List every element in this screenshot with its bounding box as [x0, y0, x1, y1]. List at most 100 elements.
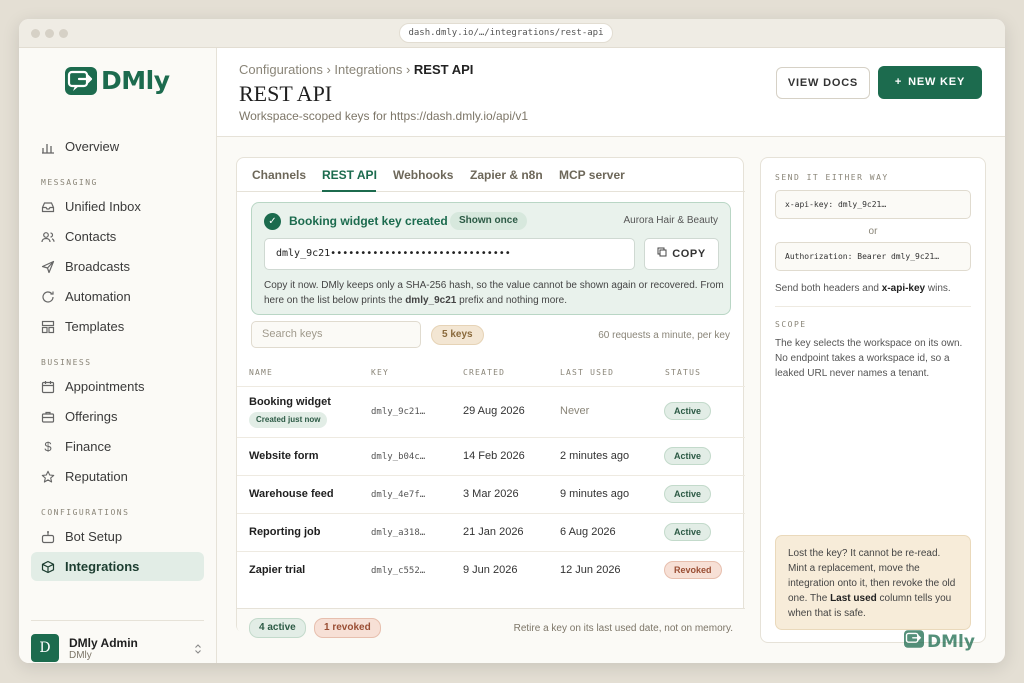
main-content: Configurations › Integrations › REST API…	[217, 48, 1005, 663]
header-example-x-api-key[interactable]: x-api-key: dmly_9c21…	[775, 190, 971, 219]
page-header: Configurations › Integrations › REST API…	[217, 48, 1005, 137]
sidebar-item-broadcasts[interactable]: Broadcasts	[31, 252, 204, 281]
sidebar-item-appointments[interactable]: Appointments	[31, 372, 204, 401]
search-input[interactable]: Search keys	[251, 321, 421, 348]
created-date: 29 Aug 2026	[463, 405, 525, 417]
title-bar: dash.dmly.io/…/integrations/rest-api	[19, 19, 1005, 48]
breadcrumb-configurations[interactable]: Configurations	[239, 62, 323, 77]
key-prefix: dmly_b04c…	[371, 452, 426, 462]
user-name: DMly Admin	[69, 636, 138, 650]
column-header-status: STATUS	[665, 368, 702, 377]
key-prefix: dmly_a318…	[371, 528, 426, 538]
view-docs-button[interactable]: VIEW DOCS	[776, 67, 870, 99]
sidebar-item-reputation[interactable]: Reputation	[31, 462, 204, 491]
layout-icon	[41, 320, 55, 334]
sidebar-item-offerings[interactable]: Offerings	[31, 402, 204, 431]
key-name: Website form	[249, 450, 319, 462]
api-key-field[interactable]: dmly_9c21••••••••••••••••••••••••••••••	[264, 238, 635, 270]
copy-label: COPY	[672, 248, 706, 260]
status-badge: Active	[664, 523, 712, 541]
header-example-authorization[interactable]: Authorization: Bearer dmly_9c21…	[775, 242, 971, 271]
column-header-key: KEY	[371, 368, 390, 377]
plus-icon: +	[894, 76, 903, 88]
last-used: 2 minutes ago	[560, 450, 630, 462]
send-section-label: SEND IT EITHER WAY	[775, 173, 889, 182]
briefcase-icon	[41, 410, 55, 424]
sidebar-item-label: Unified Inbox	[65, 199, 141, 214]
footer-note: Retire a key on its last used date, not …	[513, 623, 733, 634]
sidebar-item-templates[interactable]: Templates	[31, 312, 204, 341]
tab-mcp-server[interactable]: MCP server	[559, 168, 625, 182]
table-row[interactable]: Booking widget Created just now dmly_9c2…	[237, 386, 745, 437]
last-used: Never	[560, 405, 590, 417]
created-date: 14 Feb 2026	[463, 450, 525, 462]
sidebar-item-automation[interactable]: Automation	[31, 282, 204, 311]
table-row[interactable]: Warehouse feed dmly_4e7f… 3 Mar 2026 9 m…	[237, 475, 745, 513]
brand-name: DMly	[101, 66, 170, 95]
table-row[interactable]: Zapier trial dmly_c552… 9 Jun 2026 12 Ju…	[237, 551, 745, 589]
active-count-badge: 4 active	[249, 618, 306, 638]
key-name: Warehouse feed	[249, 488, 334, 500]
brand-logo[interactable]: DMly	[65, 66, 170, 95]
last-used: 9 minutes ago	[560, 488, 630, 500]
bar-chart-icon	[41, 140, 55, 154]
logo-mark-icon	[65, 66, 97, 95]
created-just-now-badge: Created just now	[249, 412, 328, 428]
user-workspace: DMly	[69, 650, 92, 661]
window-minimize-dot[interactable]	[45, 29, 54, 38]
key-name: Reporting job	[249, 526, 321, 538]
url-bar[interactable]: dash.dmly.io/…/integrations/rest-api	[399, 23, 613, 43]
api-keys-card: Channels REST API Webhooks Zapier & n8n …	[236, 157, 745, 638]
copy-button[interactable]: COPY	[644, 238, 719, 270]
breadcrumb-integrations[interactable]: Integrations	[334, 62, 402, 77]
tab-channels[interactable]: Channels	[252, 168, 306, 182]
sidebar-item-contacts[interactable]: Contacts	[31, 222, 204, 251]
sidebar-item-overview[interactable]: Overview	[31, 132, 204, 161]
scope-text: The key selects the workspace on its own…	[775, 338, 963, 379]
inbox-icon	[41, 200, 55, 214]
column-header-last-used: LAST USED	[560, 368, 615, 377]
lost-key-tip: Lost the key? It cannot be re-read. Mint…	[775, 535, 971, 630]
sidebar-item-integrations[interactable]: Integrations	[31, 552, 204, 581]
header-precedence-note: Send both headers and x-api-key wins.	[775, 283, 951, 294]
sidebar-item-bot-setup[interactable]: Bot Setup	[31, 522, 204, 551]
sidebar-item-label: Contacts	[65, 229, 117, 244]
new-key-label: NEW KEY	[908, 76, 966, 88]
usage-panel: SEND IT EITHER WAY x-api-key: dmly_9c21……	[760, 157, 986, 643]
last-used: 6 Aug 2026	[560, 526, 616, 538]
tab-zapier-n8n[interactable]: Zapier & n8n	[470, 168, 543, 182]
sidebar-item-label: Bot Setup	[65, 529, 123, 544]
notice-title: Booking widget key created	[289, 214, 448, 228]
new-key-notice: ✓ Booking widget key created Shown once …	[251, 202, 731, 315]
window-close-dot[interactable]	[31, 29, 40, 38]
sidebar-item-finance[interactable]: $ Finance	[31, 432, 204, 461]
sidebar-item-unified-inbox[interactable]: Unified Inbox	[31, 192, 204, 221]
table-footer: 4 active 1 revoked Retire a key on its l…	[237, 608, 745, 638]
sidebar-item-label: Reputation	[65, 469, 128, 484]
calendar-icon	[41, 380, 55, 394]
app-window: dash.dmly.io/…/integrations/rest-api DMl…	[19, 19, 1005, 663]
breadcrumb: Configurations › Integrations › REST API	[239, 62, 474, 77]
user-menu[interactable]: D DMly Admin DMly	[31, 620, 204, 662]
status-badge: Active	[664, 485, 712, 503]
scope-section-label: SCOPE	[775, 320, 807, 329]
shown-once-badge: Shown once	[450, 212, 527, 230]
sidebar-item-label: Finance	[65, 439, 112, 454]
table-row[interactable]: Website form dmly_b04c… 14 Feb 2026 2 mi…	[237, 437, 745, 475]
table-row[interactable]: Reporting job dmly_a318… 21 Jan 2026 6 A…	[237, 513, 745, 551]
window-maximize-dot[interactable]	[59, 29, 68, 38]
chevron-updown-icon	[194, 642, 202, 660]
footer-brand-name: DMly	[927, 631, 975, 652]
sidebar-item-label: Overview	[65, 139, 120, 154]
page-title: REST API	[239, 81, 333, 106]
workspace-name: Aurora Hair & Beauty	[623, 215, 719, 226]
dollar-icon: $	[44, 438, 52, 454]
footer-brand-logo: DMly	[904, 630, 975, 653]
new-key-button[interactable]: + NEW KEY	[878, 66, 982, 99]
created-date: 3 Mar 2026	[463, 488, 519, 500]
key-prefix: dmly_9c21…	[371, 407, 426, 417]
tab-rest-api[interactable]: REST API	[322, 168, 377, 182]
tab-webhooks[interactable]: Webhooks	[393, 168, 453, 182]
active-tab-indicator	[322, 190, 376, 192]
bot-icon	[41, 530, 55, 544]
